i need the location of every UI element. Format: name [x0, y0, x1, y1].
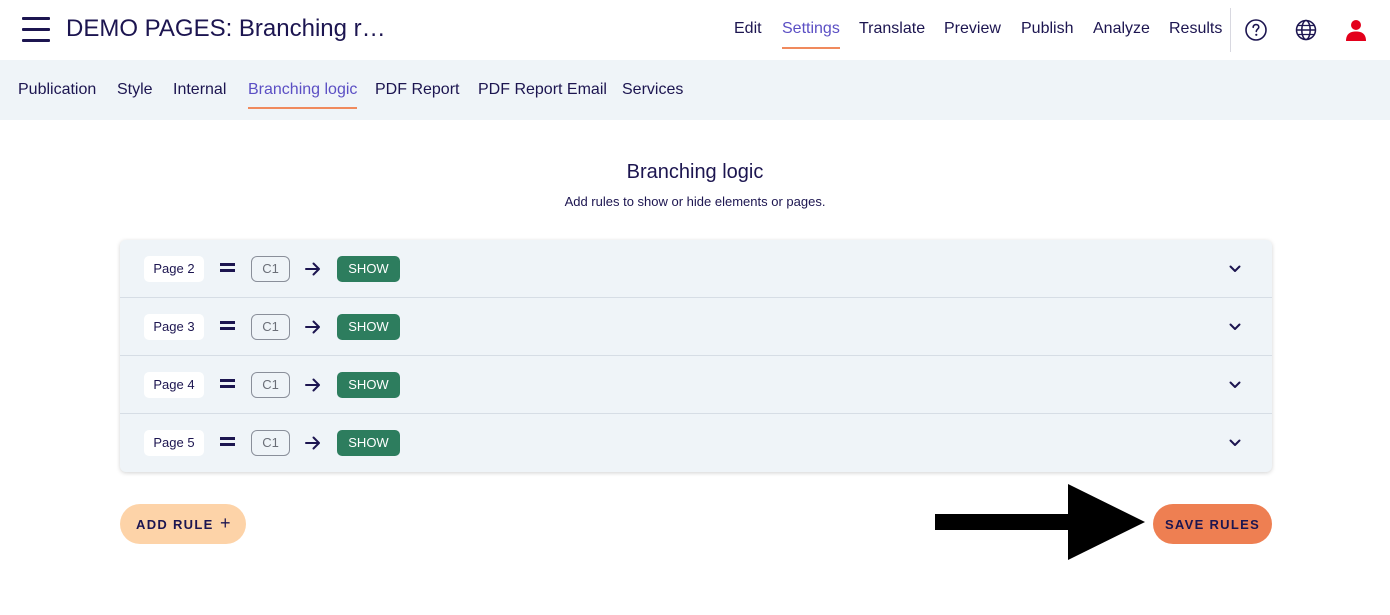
rule-row[interactable]: Page 2 C1 SHOW	[120, 240, 1272, 298]
plus-icon: +	[220, 513, 231, 533]
equals-icon	[220, 435, 235, 447]
rule-condition-chip: C1	[251, 314, 290, 340]
rules-list: Page 2 C1 SHOW Page 3 C1 SHOW Page 4 C1 …	[120, 240, 1272, 472]
rule-condition-chip: C1	[251, 256, 290, 282]
rule-target-chip: Page 4	[144, 372, 204, 398]
rule-row[interactable]: Page 3 C1 SHOW	[120, 298, 1272, 356]
rule-action-chip: SHOW	[337, 430, 400, 456]
arrow-right-icon	[305, 436, 320, 450]
nav-preview[interactable]: Preview	[944, 20, 1001, 38]
subnav-publication[interactable]: Publication	[18, 81, 96, 99]
nav-translate[interactable]: Translate	[859, 20, 925, 38]
equals-icon	[220, 319, 235, 331]
arrow-right-icon	[305, 262, 320, 276]
help-icon[interactable]	[1244, 18, 1268, 42]
chevron-down-icon[interactable]	[1228, 378, 1242, 392]
rule-action-chip: SHOW	[337, 372, 400, 398]
rule-condition-chip: C1	[251, 430, 290, 456]
globe-icon[interactable]	[1294, 18, 1318, 42]
annotation-arrow-icon	[935, 484, 1145, 560]
rule-condition-chip: C1	[251, 372, 290, 398]
hamburger-menu-icon[interactable]	[22, 17, 50, 42]
section-title: Branching logic	[626, 161, 764, 183]
chevron-down-icon[interactable]	[1228, 262, 1242, 276]
nav-results[interactable]: Results	[1169, 20, 1222, 38]
rule-row[interactable]: Page 5 C1 SHOW	[120, 414, 1272, 472]
rule-row[interactable]: Page 4 C1 SHOW	[120, 356, 1272, 414]
user-icon[interactable]	[1344, 18, 1368, 42]
rule-target-chip: Page 3	[144, 314, 204, 340]
settings-subnav: Publication Style Internal Branching log…	[0, 60, 1390, 120]
nav-edit[interactable]: Edit	[734, 20, 762, 38]
subnav-style[interactable]: Style	[117, 81, 153, 99]
section-subtitle: Add rules to show or hide elements or pa…	[564, 194, 826, 209]
add-rule-label: ADD RULE	[136, 517, 214, 532]
page-title: DEMO PAGES: Branching r…	[66, 15, 386, 42]
equals-icon	[220, 377, 235, 389]
subnav-services[interactable]: Services	[622, 81, 683, 99]
header-divider	[1230, 8, 1231, 52]
rule-action-chip: SHOW	[337, 314, 400, 340]
save-rules-button[interactable]: SAVE RULES	[1153, 504, 1272, 544]
top-header: DEMO PAGES: Branching r… Edit Settings T…	[0, 0, 1390, 60]
chevron-down-icon[interactable]	[1228, 436, 1242, 450]
chevron-down-icon[interactable]	[1228, 320, 1242, 334]
rule-target-chip: Page 5	[144, 430, 204, 456]
save-rules-label: SAVE RULES	[1164, 517, 1261, 532]
subnav-pdf-report-email[interactable]: PDF Report Email	[478, 81, 607, 99]
rule-target-chip: Page 2	[144, 256, 204, 282]
subnav-branching-logic[interactable]: Branching logic	[248, 81, 358, 109]
add-rule-button[interactable]: ADD RULE +	[120, 504, 246, 544]
subnav-internal[interactable]: Internal	[173, 81, 226, 99]
equals-icon	[220, 261, 235, 273]
rule-action-chip: SHOW	[337, 256, 400, 282]
subnav-pdf-report[interactable]: PDF Report	[375, 81, 459, 99]
nav-analyze[interactable]: Analyze	[1093, 20, 1150, 38]
nav-settings[interactable]: Settings	[782, 20, 840, 49]
arrow-right-icon	[305, 320, 320, 334]
arrow-right-icon	[305, 378, 320, 392]
nav-publish[interactable]: Publish	[1021, 20, 1073, 38]
